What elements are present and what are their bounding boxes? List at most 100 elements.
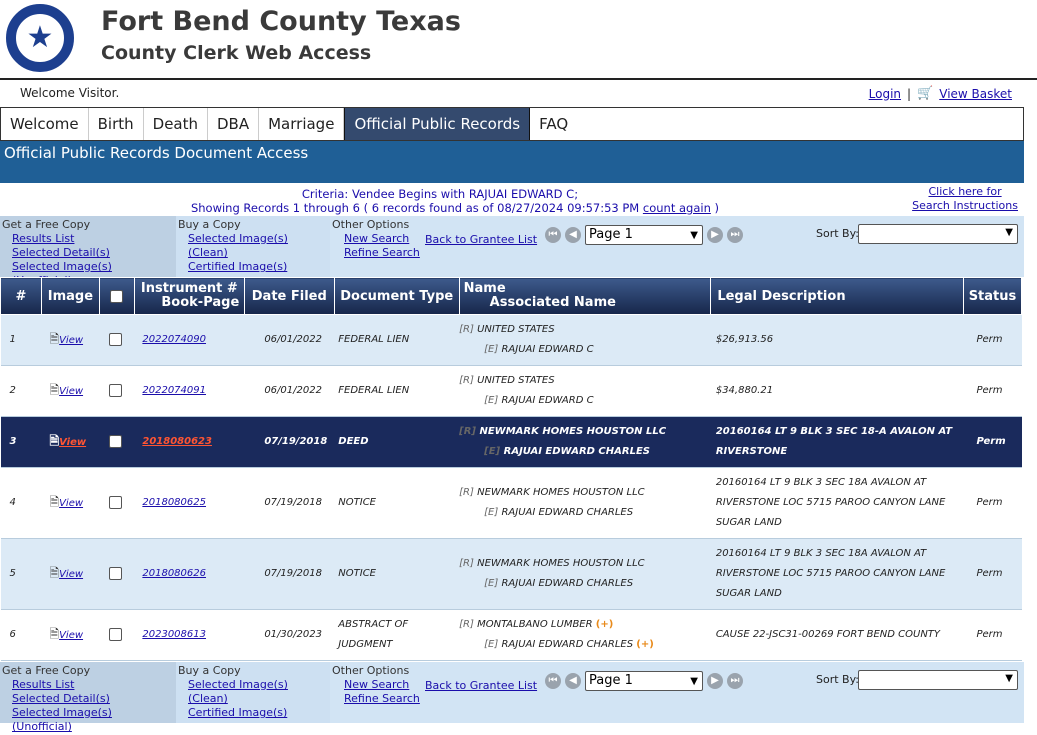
selected-details-link[interactable]: Selected Detail(s) <box>12 246 174 260</box>
last-page-icon[interactable]: ⏭ <box>727 673 743 689</box>
criteria-block: Criteria: Vendee Begins with RAJUAI EDWA… <box>0 184 1024 216</box>
welcome-bar: Welcome Visitor. Login | 🛒 View Basket <box>0 82 1024 106</box>
sort-by-select[interactable]: ▼ <box>858 224 1018 244</box>
first-page-icon[interactable]: ⏮ <box>545 227 561 243</box>
document-icon[interactable]: 🗎 <box>49 495 59 509</box>
buy-copy-heading: Buy a Copy <box>178 664 241 677</box>
table-row[interactable]: 1 🗎View 2022074090 06/01/2022 FEDERAL LI… <box>0 314 1022 366</box>
row-checkbox[interactable] <box>109 495 123 509</box>
table-header-row: # Image Instrument # Book-Page Date Filed… <box>0 277 1023 315</box>
document-icon[interactable]: 🗎 <box>49 383 59 397</box>
tab-marriage[interactable]: Marriage <box>259 108 345 140</box>
back-to-grantee-link[interactable]: Back to Grantee List <box>425 679 537 692</box>
instrument-link[interactable]: 2022074091 <box>142 385 206 396</box>
prev-page-icon[interactable]: ◀ <box>565 227 581 243</box>
records-summary: Showing Records 1 through 6 ( 6 records … <box>190 201 720 215</box>
chevron-down-icon: ▼ <box>1005 673 1013 684</box>
row-checkbox[interactable] <box>109 566 123 580</box>
criteria-text: Criteria: Vendee Begins with RAJUAI EDWA… <box>301 187 579 201</box>
pager: ⏮ ◀ Page 1 ▼ ▶ ⏭ <box>545 671 743 691</box>
instrument-link[interactable]: 2018080623 <box>142 436 212 447</box>
login-link[interactable]: Login <box>869 87 901 101</box>
star-icon: ★ <box>26 20 54 55</box>
tab-dba[interactable]: DBA <box>208 108 260 140</box>
basket-icon[interactable]: 🛒 <box>917 86 933 101</box>
back-to-grantee-link[interactable]: Back to Grantee List <box>425 233 537 246</box>
page-select[interactable]: Page 1 ▼ <box>585 671 703 691</box>
refine-search-link[interactable]: Refine Search <box>344 692 1022 706</box>
separator: | <box>907 86 912 101</box>
table-row-selected[interactable]: 3 🗎View 2018080623 07/19/2018 DEED [R] N… <box>0 416 1022 468</box>
next-page-icon[interactable]: ▶ <box>707 227 723 243</box>
free-copy-heading: Get a Free Copy <box>2 664 91 677</box>
row-checkbox[interactable] <box>109 332 123 346</box>
results-list-link[interactable]: Results List <box>12 678 174 692</box>
col-header-name[interactable]: Name Associated Name <box>458 277 712 315</box>
prev-page-icon[interactable]: ◀ <box>565 673 581 689</box>
certified-images-link[interactable]: Certified Image(s) <box>188 706 328 720</box>
first-page-icon[interactable]: ⏮ <box>545 673 561 689</box>
col-header-doc-type[interactable]: Document Type <box>333 277 460 315</box>
view-link[interactable]: View <box>59 437 86 448</box>
section-title: Official Public Records Document Access <box>0 141 1024 183</box>
site-title: Fort Bend County Texas <box>101 6 461 37</box>
welcome-text: Welcome Visitor. <box>20 86 120 100</box>
tab-welcome[interactable]: Welcome <box>1 108 89 140</box>
document-icon[interactable]: 🗎 <box>49 627 59 641</box>
sort-by-select[interactable]: ▼ <box>858 670 1018 690</box>
selected-images-unofficial-link[interactable]: Selected Image(s) (Unofficial) <box>12 706 174 734</box>
tab-faq[interactable]: FAQ <box>530 108 577 140</box>
count-again-link[interactable]: count again <box>643 201 711 215</box>
sort-by-label: Sort By: <box>816 673 860 686</box>
view-link[interactable]: View <box>59 335 83 346</box>
row-checkbox[interactable] <box>109 383 123 397</box>
row-checkbox[interactable] <box>109 434 123 448</box>
county-seal: ★ <box>6 4 74 72</box>
more-names-indicator[interactable]: (+) <box>596 619 614 630</box>
search-instructions-link[interactable]: Click here for Search Instructions <box>912 185 1018 213</box>
tab-birth[interactable]: Birth <box>89 108 144 140</box>
col-header-status[interactable]: Status <box>962 277 1023 315</box>
col-header-instrument[interactable]: Instrument # Book-Page <box>133 277 245 315</box>
row-checkbox[interactable] <box>109 627 123 641</box>
options-bar-bottom: Get a Free Copy Results List Selected De… <box>0 662 1024 733</box>
document-icon[interactable]: 🗎 <box>49 566 59 580</box>
view-link[interactable]: View <box>59 569 83 580</box>
nav-tabs: Welcome Birth Death DBA Marriage Officia… <box>0 107 1024 141</box>
table-row[interactable]: 5 🗎View 2018080626 07/19/2018 NOTICE [R]… <box>0 538 1022 610</box>
col-header-select-all[interactable] <box>98 277 135 315</box>
view-link[interactable]: View <box>59 630 83 641</box>
col-header-legal[interactable]: Legal Description <box>710 277 964 315</box>
selected-details-link[interactable]: Selected Detail(s) <box>12 692 174 706</box>
view-basket-link[interactable]: View Basket <box>939 87 1012 101</box>
instrument-link[interactable]: 2018080625 <box>142 497 206 508</box>
selected-images-clean-link[interactable]: Selected Image(s) (Clean) <box>188 232 328 260</box>
more-names-indicator[interactable]: (+) <box>636 639 654 650</box>
results-table: # Image Instrument # Book-Page Date Filed… <box>0 277 1023 661</box>
table-row[interactable]: 4 🗎View 2018080625 07/19/2018 NOTICE [R]… <box>0 467 1022 539</box>
view-link[interactable]: View <box>59 498 83 509</box>
results-list-link[interactable]: Results List <box>12 232 174 246</box>
tab-death[interactable]: Death <box>144 108 208 140</box>
certified-images-link[interactable]: Certified Image(s) <box>188 260 328 274</box>
col-header-date-filed[interactable]: Date Filed <box>243 277 335 315</box>
refine-search-link[interactable]: Refine Search <box>344 246 1022 260</box>
instrument-link[interactable]: 2022074090 <box>142 334 206 345</box>
document-icon[interactable]: 🗎 <box>49 434 59 448</box>
pager: ⏮ ◀ Page 1 ▼ ▶ ⏭ <box>545 225 743 245</box>
chevron-down-icon: ▼ <box>690 230 698 241</box>
selected-images-clean-link[interactable]: Selected Image(s) (Clean) <box>188 678 328 706</box>
col-header-num: # <box>0 277 42 315</box>
view-link[interactable]: View <box>59 386 83 397</box>
page-select[interactable]: Page 1 ▼ <box>585 225 703 245</box>
instrument-link[interactable]: 2018080626 <box>142 568 206 579</box>
next-page-icon[interactable]: ▶ <box>707 673 723 689</box>
table-row[interactable]: 2 🗎View 2022074091 06/01/2022 FEDERAL LI… <box>0 365 1022 417</box>
tab-official-public-records[interactable]: Official Public Records <box>344 108 531 140</box>
select-all-checkbox[interactable] <box>110 289 124 303</box>
document-icon[interactable]: 🗎 <box>49 332 59 346</box>
site-subtitle: County Clerk Web Access <box>101 42 372 64</box>
last-page-icon[interactable]: ⏭ <box>727 227 743 243</box>
instrument-link[interactable]: 2023008613 <box>142 629 206 640</box>
table-row[interactable]: 6 🗎View 2023008613 01/30/2023 ABSTRACT O… <box>0 609 1022 661</box>
